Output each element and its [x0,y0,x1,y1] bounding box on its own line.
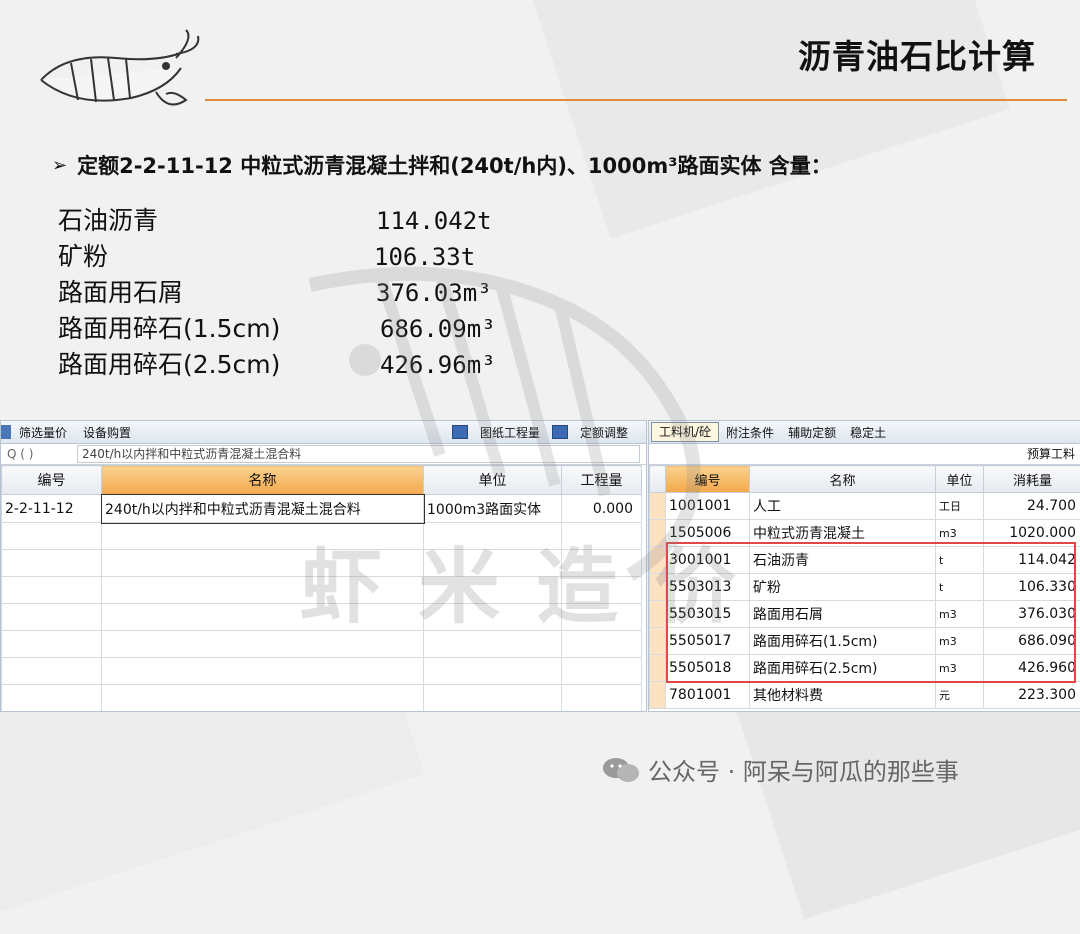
material-qty: 426.96m³ [380,347,496,383]
material-row: 石油沥青 114.042t [58,203,578,239]
material-qty: 376.03m³ [376,275,492,311]
toolbar-filter-price[interactable]: 筛选量价 [11,424,75,441]
col-name[interactable]: 名称 [750,466,936,493]
table-row[interactable]: 7801001其他材料费元223.300 [650,682,1080,709]
shrimp-logo [36,28,201,113]
search-query-label[interactable]: Q ( ) [1,447,77,461]
table-row[interactable]: 2-2-11-12 240t/h以内拌和中粒式沥青混凝土混合料 1000m3路面… [2,495,642,523]
drawing-icon [452,425,468,439]
material-name: 路面用石屑 [58,275,183,311]
footer: 公众号 · 阿呆与阿瓜的那些事 [602,752,959,787]
col-name[interactable]: 名称 [102,466,424,495]
table-row[interactable] [2,658,642,685]
title-divider [205,99,1067,101]
material-qty: 686.09m³ [380,311,496,347]
quota-adjust-button[interactable]: 定额调整 [572,424,636,441]
table-row[interactable]: 1001001人工工日24.700 [650,493,1080,520]
material-name: 路面用碎石(1.5cm) [58,311,280,347]
material-list: 石油沥青 114.042t 矿粉 106.33t 路面用石屑 376.03m³ 路面用… [58,203,578,383]
col-unit[interactable]: 单位 [936,466,984,493]
tab-labor-material[interactable]: 工料机/砼 [651,422,719,442]
adjust-icon [552,425,568,439]
cell-unit[interactable]: 1000m3路面实体 [424,495,562,523]
left-toolbar: 筛选量价 设备购置 图纸工程量 定额调整 [1,421,646,444]
bullet-text: 定额2-2-11-12 中粒式沥青混凝土拌和(240t/h内)、1000m³路面… [77,150,832,180]
right-tools: 图纸工程量 定额调整 [452,424,636,441]
col-code[interactable]: 编号 [2,466,102,495]
right-tabs: 工料机/砼 附注条件 辅助定额 稳定土 [649,421,1080,444]
material-row: 路面用碎石(2.5cm) 426.96m³ [58,347,578,383]
material-name: 石油沥青 [58,203,158,239]
cell-code[interactable]: 2-2-11-12 [2,495,102,523]
col-qty[interactable]: 工程量 [562,466,642,495]
cell-qty[interactable]: 0.000 [562,495,642,523]
toolbar-icon [1,425,11,439]
material-qty: 106.33t [374,239,475,275]
material-qty: 114.042t [376,203,492,239]
budget-subheader: 预算工料 [649,444,1080,465]
table-row[interactable]: 5505018路面用碎石(2.5cm)m3426.960 [650,655,1080,682]
watermark-text: 虾米造价 [300,520,772,639]
slide-title: 沥青油石比计算 [798,30,1036,78]
col-code[interactable]: 编号 [666,466,750,493]
toolbar-equipment[interactable]: 设备购置 [75,424,139,441]
drawing-quantity-button[interactable]: 图纸工程量 [472,424,548,441]
tab-stabilized[interactable]: 稳定土 [843,424,893,441]
tab-notes[interactable]: 附注条件 [719,424,781,441]
tab-aux-quota[interactable]: 辅助定额 [781,424,843,441]
footer-text: 公众号 · 阿呆与阿瓜的那些事 [648,752,959,787]
col-unit[interactable]: 单位 [424,466,562,495]
table-row[interactable] [2,685,642,712]
material-row: 路面用碎石(1.5cm) 686.09m³ [58,311,578,347]
search-bar: Q ( ) 240t/h以内拌和中粒式沥青混凝土混合料 [1,444,646,465]
cell-name[interactable]: 240t/h以内拌和中粒式沥青混凝土混合料 [102,495,424,523]
wechat-icon [602,756,640,784]
material-row: 矿粉 106.33t [58,239,578,275]
search-input[interactable]: 240t/h以内拌和中粒式沥青混凝土混合料 [77,445,640,463]
arrow-bullet-icon: ➢ [52,155,67,176]
material-name: 路面用碎石(2.5cm) [58,347,280,383]
col-consumption[interactable]: 消耗量 [984,466,1080,493]
bullet-line: ➢ 定额2-2-11-12 中粒式沥青混凝土拌和(240t/h内)、1000m³… [52,150,832,180]
material-row: 路面用石屑 376.03m³ [58,275,578,311]
material-name: 矿粉 [58,239,108,275]
